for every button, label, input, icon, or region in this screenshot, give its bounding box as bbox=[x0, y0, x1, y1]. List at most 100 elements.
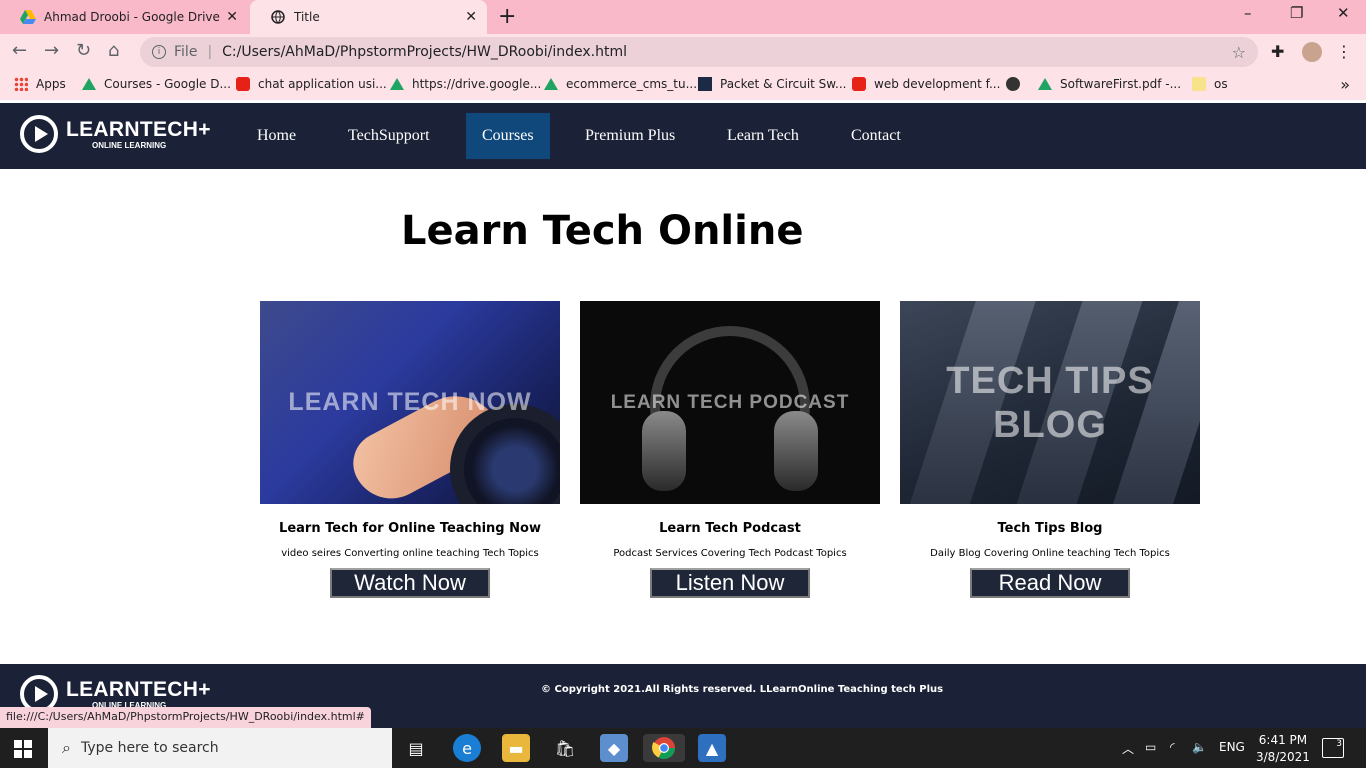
windows-taskbar: ⌕ Type here to search ▤ e ▬ 🛍 ◆ ▲ ︿ ▭ ◜ … bbox=[0, 728, 1366, 768]
course-card: TECH TIPS BLOG Tech Tips Blog Daily Blog… bbox=[900, 301, 1200, 598]
card-image: TECH TIPS BLOG bbox=[900, 301, 1200, 504]
bookmark-label: Courses - Google D... bbox=[104, 77, 231, 91]
browser-toolbar: ← → ↻ ⌂ i File | C:/Users/AhMaD/Phpstorm… bbox=[0, 34, 1366, 70]
nav-contact[interactable]: Contact bbox=[835, 113, 917, 159]
site-navbar: LEARNTECH+ ONLINE LEARNING Home TechSupp… bbox=[0, 103, 1366, 169]
bookmark-label: web development f... bbox=[874, 77, 1001, 91]
bookmark-item[interactable]: SoftwareFirst.pdf -... bbox=[1038, 77, 1181, 91]
bookmark-item[interactable]: Packet & Circuit Sw... bbox=[698, 77, 846, 91]
bookmark-item[interactable]: chat application usi... bbox=[236, 77, 387, 91]
card-image-text-line2: BLOG bbox=[993, 403, 1107, 446]
card-description: Daily Blog Covering Online teaching Tech… bbox=[930, 548, 1170, 559]
close-window-icon[interactable]: ✕ bbox=[1337, 4, 1350, 22]
tab-title-active[interactable]: Title ✕ bbox=[250, 0, 487, 34]
bookmark-label: SoftwareFirst.pdf -... bbox=[1060, 77, 1182, 91]
extensions-icon[interactable]: ✚ bbox=[1271, 42, 1284, 61]
globe-icon bbox=[1006, 77, 1020, 91]
bookmark-label: chat application usi... bbox=[258, 77, 387, 91]
more-bookmarks-icon[interactable]: » bbox=[1340, 75, 1350, 94]
nav-home[interactable]: Home bbox=[241, 113, 312, 159]
tab-title: Title bbox=[294, 10, 320, 24]
notification-center-icon[interactable]: 3 bbox=[1322, 738, 1344, 758]
app-cube-icon[interactable]: ◆ bbox=[600, 734, 628, 762]
bookmark-item[interactable] bbox=[1006, 77, 1028, 91]
card-image: LEARN TECH PODCAST bbox=[580, 301, 880, 504]
course-card: LEARN TECH NOW Learn Tech for Online Tea… bbox=[260, 301, 560, 598]
google-drive-icon bbox=[544, 78, 558, 90]
nav-learn-tech[interactable]: Learn Tech bbox=[711, 113, 815, 159]
google-drive-icon bbox=[390, 78, 404, 90]
google-drive-icon bbox=[82, 78, 96, 90]
footer-copyright: © Copyright 2021.All Rights reserved. LL… bbox=[541, 684, 944, 695]
volume-icon[interactable]: 🔈 bbox=[1192, 740, 1207, 754]
bookmark-star-icon[interactable]: ☆ bbox=[1232, 43, 1246, 62]
logo-name: LEARNTECH+ bbox=[66, 117, 211, 141]
home-icon[interactable]: ⌂ bbox=[108, 40, 119, 61]
bookmark-item[interactable]: https://drive.google... bbox=[390, 77, 541, 91]
task-view-icon[interactable]: ▤ bbox=[402, 734, 430, 762]
scheme-label: File bbox=[174, 44, 198, 60]
read-now-button[interactable]: Read Now bbox=[970, 568, 1130, 598]
globe-icon bbox=[270, 9, 286, 25]
bookmark-apps[interactable]: Apps bbox=[14, 77, 66, 91]
info-icon[interactable]: i bbox=[152, 45, 166, 59]
nav-techsupport[interactable]: TechSupport bbox=[332, 113, 446, 159]
reload-icon[interactable]: ↻ bbox=[76, 40, 91, 61]
bookmark-label: https://drive.google... bbox=[412, 77, 542, 91]
bookmarks-bar: Apps Courses - Google D... chat applicat… bbox=[0, 70, 1366, 100]
windows-start-icon[interactable] bbox=[14, 740, 32, 758]
wifi-icon[interactable]: ◜ bbox=[1170, 740, 1175, 754]
bookmark-label: Packet & Circuit Sw... bbox=[720, 77, 847, 91]
restore-icon[interactable]: ❐ bbox=[1290, 4, 1303, 22]
close-tab-icon[interactable]: ✕ bbox=[226, 9, 238, 25]
address-bar[interactable]: i File | C:/Users/AhMaD/PhpstormProjects… bbox=[140, 37, 1258, 67]
profile-avatar[interactable] bbox=[1302, 42, 1322, 62]
bookmark-item[interactable]: Courses - Google D... bbox=[82, 77, 231, 91]
logo-subtitle: ONLINE LEARNING bbox=[92, 140, 167, 150]
watch-now-button[interactable]: Watch Now bbox=[330, 568, 490, 598]
tab-google-drive[interactable]: Ahmad Droobi - Google Drive ✕ bbox=[0, 0, 248, 34]
system-clock[interactable]: 6:41 PM 3/8/2021 bbox=[1256, 732, 1310, 766]
nav-premium-plus[interactable]: Premium Plus bbox=[569, 113, 691, 159]
google-drive-icon bbox=[1038, 78, 1052, 90]
battery-icon[interactable]: ▭ bbox=[1145, 740, 1156, 754]
sf-icon bbox=[698, 77, 712, 91]
minimize-icon[interactable]: – bbox=[1244, 4, 1252, 22]
google-drive-icon bbox=[20, 9, 36, 25]
card-description: video seires Converting online teaching … bbox=[281, 548, 539, 559]
bookmark-item[interactable]: web development f... bbox=[852, 77, 1000, 91]
youtube-icon bbox=[852, 77, 866, 91]
bookmark-item[interactable]: os bbox=[1192, 77, 1228, 91]
file-explorer-icon[interactable]: ▬ bbox=[502, 734, 530, 762]
taskbar-search[interactable]: ⌕ Type here to search bbox=[48, 728, 392, 768]
show-hidden-icons[interactable]: ︿ bbox=[1122, 740, 1134, 757]
browser-tabstrip: Ahmad Droobi - Google Drive ✕ Title ✕ + … bbox=[0, 0, 1366, 34]
bookmark-label: os bbox=[1214, 77, 1228, 91]
course-card: LEARN TECH PODCAST Learn Tech Podcast Po… bbox=[580, 301, 880, 598]
close-tab-icon[interactable]: ✕ bbox=[465, 9, 477, 25]
edge-icon[interactable]: e bbox=[453, 734, 481, 762]
store-icon[interactable]: 🛍 bbox=[551, 734, 579, 762]
bookmark-label: ecommerce_cms_tu... bbox=[566, 77, 698, 91]
tab-title: Ahmad Droobi - Google Drive bbox=[44, 10, 220, 24]
play-icon bbox=[20, 115, 58, 153]
chrome-icon[interactable] bbox=[643, 734, 685, 762]
apps-grid-icon bbox=[14, 77, 28, 91]
nav-courses[interactable]: Courses bbox=[466, 113, 550, 159]
bookmark-item[interactable]: ecommerce_cms_tu... bbox=[544, 77, 697, 91]
language-indicator[interactable]: ENG bbox=[1219, 740, 1245, 754]
menu-kebab-icon[interactable]: ⋮ bbox=[1336, 42, 1352, 61]
address-url[interactable]: C:/Users/AhMaD/PhpstormProjects/HW_DRoob… bbox=[222, 44, 627, 60]
new-tab-icon[interactable]: + bbox=[498, 4, 516, 29]
headphone-cup-right bbox=[774, 411, 818, 491]
listen-now-button[interactable]: Listen Now bbox=[650, 568, 810, 598]
photos-icon[interactable]: ▲ bbox=[698, 734, 726, 762]
forward-icon[interactable]: → bbox=[44, 40, 59, 61]
card-image-text: LEARN TECH PODCAST bbox=[610, 391, 850, 413]
card-image-text: LEARN TECH NOW bbox=[288, 388, 532, 416]
site-logo[interactable]: LEARNTECH+ ONLINE LEARNING bbox=[20, 115, 211, 153]
back-icon[interactable]: ← bbox=[12, 40, 27, 61]
card-description: Podcast Services Covering Tech Podcast T… bbox=[613, 548, 847, 559]
clock-time: 6:41 PM bbox=[1258, 733, 1308, 747]
headphone-cup-left bbox=[642, 411, 686, 491]
